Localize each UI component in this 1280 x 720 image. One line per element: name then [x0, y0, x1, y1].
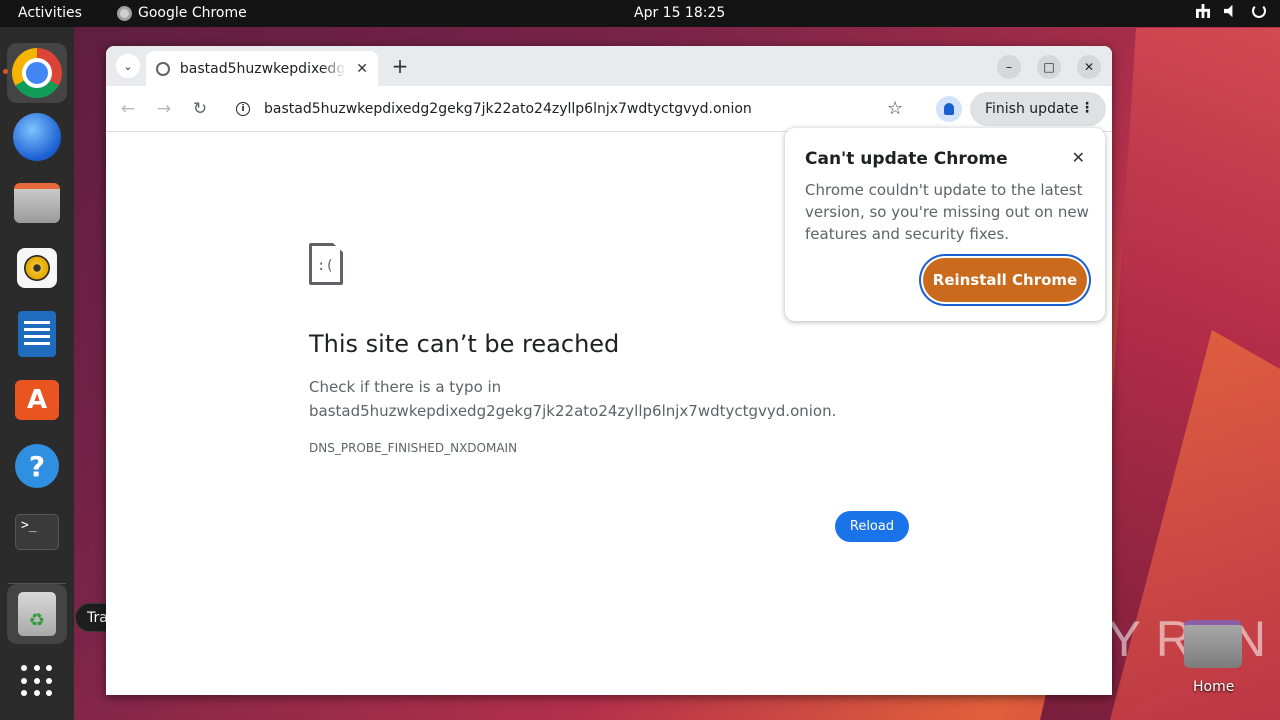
chrome-icon [12, 48, 62, 98]
bubble-title: Can't update Chrome [805, 149, 1008, 169]
maximize-button[interactable]: □ [1037, 55, 1061, 79]
network-icon [1196, 4, 1210, 18]
dock-help[interactable]: ? [7, 436, 67, 496]
dock-terminal[interactable]: >_ [7, 502, 67, 562]
back-button[interactable]: ← [115, 96, 141, 122]
url-text[interactable]: bastad5huzwkepdixedg2gekg7jk22ato24zyllp… [264, 101, 752, 117]
error-title: This site can’t be reached [309, 330, 620, 358]
forward-button[interactable]: → [151, 96, 177, 122]
dock-files[interactable] [7, 173, 67, 233]
home-label[interactable]: Home [1193, 679, 1234, 695]
dock-trash[interactable]: ♻ [7, 584, 67, 644]
thunderbird-icon [13, 113, 61, 161]
error-code: DNS_PROBE_FINISHED_NXDOMAIN [309, 441, 518, 455]
more-menu-icon[interactable]: ⋮ [1080, 100, 1094, 116]
bookmark-star-icon[interactable]: ☆ [887, 98, 903, 119]
reload-button[interactable]: Reload [835, 511, 909, 542]
writer-icon [18, 311, 56, 357]
globe-icon [156, 61, 170, 76]
dock-app-center[interactable]: A [7, 370, 67, 430]
top-bar: Activities Google Chrome Apr 15 18:25 [0, 0, 1280, 27]
address-bar[interactable]: i bastad5huzwkepdixedg2gekg7jk22ato24zyl… [230, 91, 920, 127]
trash-icon: ♻ [18, 592, 56, 636]
activities-button[interactable]: Activities [18, 5, 82, 21]
profile-avatar[interactable] [936, 96, 962, 122]
error-line-1: Check if there is a typo in [309, 378, 502, 396]
browser-toolbar: ← → ↻ i bastad5huzwkepdixedg2gekg7jk22at… [106, 86, 1112, 132]
error-description: Check if there is a typo in bastad5huzwk… [309, 375, 836, 423]
tab-title: bastad5huzwkepdixedg2gekg7jk22ato24zyllp… [179, 60, 346, 77]
dock-rhythmbox[interactable] [7, 238, 67, 298]
bubble-text: Chrome couldn't update to the latest ver… [805, 181, 1089, 243]
help-icon: ? [15, 444, 59, 488]
tab-active[interactable]: bastad5huzwkepdixedg2gekg7jk22ato24zyllp… [146, 51, 378, 86]
tab-search-button[interactable]: ⌄ [116, 54, 140, 78]
tab-strip: ⌄ bastad5huzwkepdixedg2gekg7jk22ato24zyl… [106, 46, 1112, 86]
minimize-button[interactable]: – [997, 55, 1021, 79]
system-tray[interactable] [1196, 4, 1266, 18]
dock-thunderbird[interactable] [7, 107, 67, 167]
close-icon[interactable]: ✕ [356, 61, 368, 77]
finish-update-button[interactable]: Finish update ⋮ [970, 92, 1106, 126]
finish-update-label: Finish update [985, 101, 1079, 117]
app-center-icon: A [15, 380, 59, 420]
window-close-button[interactable]: ✕ [1077, 55, 1101, 79]
close-icon[interactable]: ✕ [1072, 148, 1085, 167]
app-menu[interactable]: Google Chrome [117, 5, 247, 21]
dock-chrome[interactable] [7, 43, 67, 103]
chevron-down-icon: ⌄ [123, 59, 133, 73]
info-icon[interactable]: i [236, 102, 250, 116]
grid-icon [21, 665, 53, 697]
app-name: Google Chrome [138, 5, 247, 21]
rhythmbox-icon [17, 248, 57, 288]
volume-icon [1224, 4, 1233, 18]
reinstall-chrome-button[interactable]: Reinstall Chrome [923, 258, 1087, 302]
show-apps-button[interactable] [7, 651, 67, 711]
running-indicator [3, 69, 8, 74]
home-folder-icon[interactable] [1184, 620, 1242, 668]
update-bubble: Can't update Chrome ✕ Chrome couldn't up… [785, 128, 1105, 321]
chrome-icon [117, 5, 132, 21]
new-tab-button[interactable]: + [388, 54, 412, 78]
clock[interactable]: Apr 15 18:25 [634, 5, 725, 21]
power-icon [1252, 4, 1266, 18]
reload-toolbar-button[interactable]: ↻ [187, 96, 213, 122]
dock: A ? >_ ♻ [0, 27, 74, 720]
terminal-icon: >_ [15, 514, 59, 550]
sad-face-icon: :( [317, 258, 334, 274]
dock-writer[interactable] [7, 304, 67, 364]
error-line-2: bastad5huzwkepdixedg2gekg7jk22ato24zyllp… [309, 402, 837, 420]
files-icon [14, 183, 60, 223]
